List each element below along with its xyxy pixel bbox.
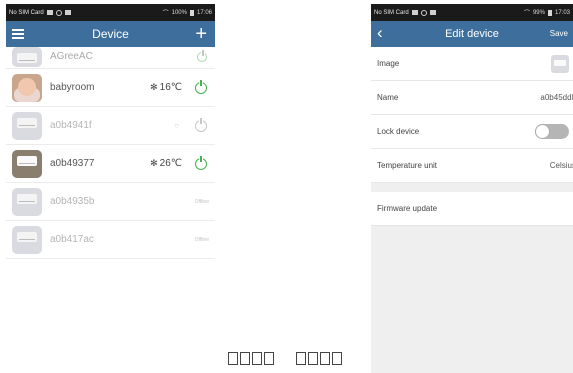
screenshot-stage: No SIM Card ⌒ 100% 17:06 Device + AGreeA… [0,0,573,373]
device-row[interactable]: AGreeAC [6,45,215,69]
clock: 17:06 [196,9,212,16]
missing-glyph-box [240,352,250,365]
carrier-label: No SIM Card [374,9,409,16]
hamburger-icon[interactable] [12,29,24,39]
power-icon[interactable] [197,49,207,62]
caption-left [228,352,274,370]
caption [228,352,342,370]
device-list-screen: No SIM Card ⌒ 100% 17:06 Device + AGreeA… [6,4,215,373]
name-label: Name [377,93,399,102]
image-label: Image [377,59,400,68]
edit-device-screen: No SIM Card ⌒ 99% 17:03 ‹ Edit device Sa… [371,4,573,373]
battery-icon [547,9,552,16]
status-bar: No SIM Card ⌒ 99% 17:03 [371,4,573,21]
save-button[interactable]: Save [550,29,568,38]
offline-badge: Offline [194,198,209,205]
firmware-update-row[interactable]: Firmware update [371,192,573,226]
carrier-label: No SIM Card [9,9,44,16]
power-icon[interactable] [195,79,207,94]
temperature-unit-value[interactable]: Celsius [550,161,573,170]
name-row[interactable]: Name a0b45dd8 [371,81,573,115]
missing-glyph-box [264,352,274,365]
battery-icon [189,9,194,16]
add-device-button[interactable]: + [195,22,207,46]
page-title: Edit device [445,28,499,40]
missing-glyph-box [296,352,306,365]
battery-percent: 100% [171,9,187,16]
device-thumbnail [12,149,42,178]
wifi-icon: ⌒ [162,11,169,17]
snowflake-icon: ✻ [150,82,158,92]
signal-icon [411,10,418,15]
device-name: a0b4941f [50,120,92,131]
firmware-update-label: Firmware update [377,204,438,213]
mode-icon: ○ [174,121,179,130]
device-row[interactable]: a0b4941f ○ [6,107,215,145]
temperature-readout: ✻ 26℃ [150,158,182,169]
page-title: Device [92,27,129,41]
device-row[interactable]: a0b4935b Offline [6,183,215,221]
notification-icon [429,10,436,15]
signal-icon [46,10,53,15]
temperature-unit-row[interactable]: Temperature unit Celsius [371,149,573,183]
missing-glyph-box [320,352,330,365]
power-icon[interactable] [195,155,207,170]
device-thumbnail [12,187,42,216]
power-icon[interactable] [195,117,207,132]
sync-icon [55,9,62,16]
section-divider [371,183,573,192]
device-row[interactable]: babyroom ✻ 16℃ [6,69,215,107]
offline-badge: Offline [194,236,209,243]
sync-icon [420,9,427,16]
missing-glyph-box [308,352,318,365]
snowflake-icon: ✻ [150,158,158,168]
device-name: AGreeAC [50,51,93,62]
device-name: babyroom [50,82,95,93]
battery-percent: 99% [532,9,545,16]
caption-right [296,352,342,370]
lock-device-label: Lock device [377,127,420,136]
device-row[interactable]: a0b49377 ✻ 26℃ [6,145,215,183]
device-thumbnail [12,111,42,140]
status-bar: No SIM Card ⌒ 100% 17:06 [6,4,215,21]
toggle-knob [535,124,550,139]
app-bar: ‹ Edit device Save [371,21,573,47]
temperature-readout: ✻ 16℃ [150,82,182,93]
app-bar: Device + [6,21,215,47]
image-row[interactable]: Image [371,47,573,81]
notification-icon [64,10,71,15]
lock-device-row: Lock device [371,115,573,149]
name-value[interactable]: a0b45dd8 [540,93,573,102]
device-name: a0b4935b [50,196,95,207]
device-name: a0b49377 [50,158,95,169]
missing-glyph-box [228,352,238,365]
chevron-left-icon[interactable]: ‹ [377,23,383,43]
clock: 17:03 [554,9,570,16]
device-row[interactable]: a0b417ac Offline [6,221,215,259]
missing-glyph-box [252,352,262,365]
device-thumbnail [12,73,42,102]
device-thumbnail [12,46,42,67]
wifi-icon: ⌒ [523,11,530,17]
lock-device-toggle[interactable] [535,124,569,139]
temperature-unit-label: Temperature unit [377,161,438,170]
device-list: AGreeAC babyroom ✻ 16℃ a0b4941f ○ a0b4937… [6,45,215,259]
missing-glyph-box [332,352,342,365]
device-name: a0b417ac [50,234,94,245]
device-image-thumbnail[interactable] [551,54,569,73]
device-thumbnail [12,225,42,254]
